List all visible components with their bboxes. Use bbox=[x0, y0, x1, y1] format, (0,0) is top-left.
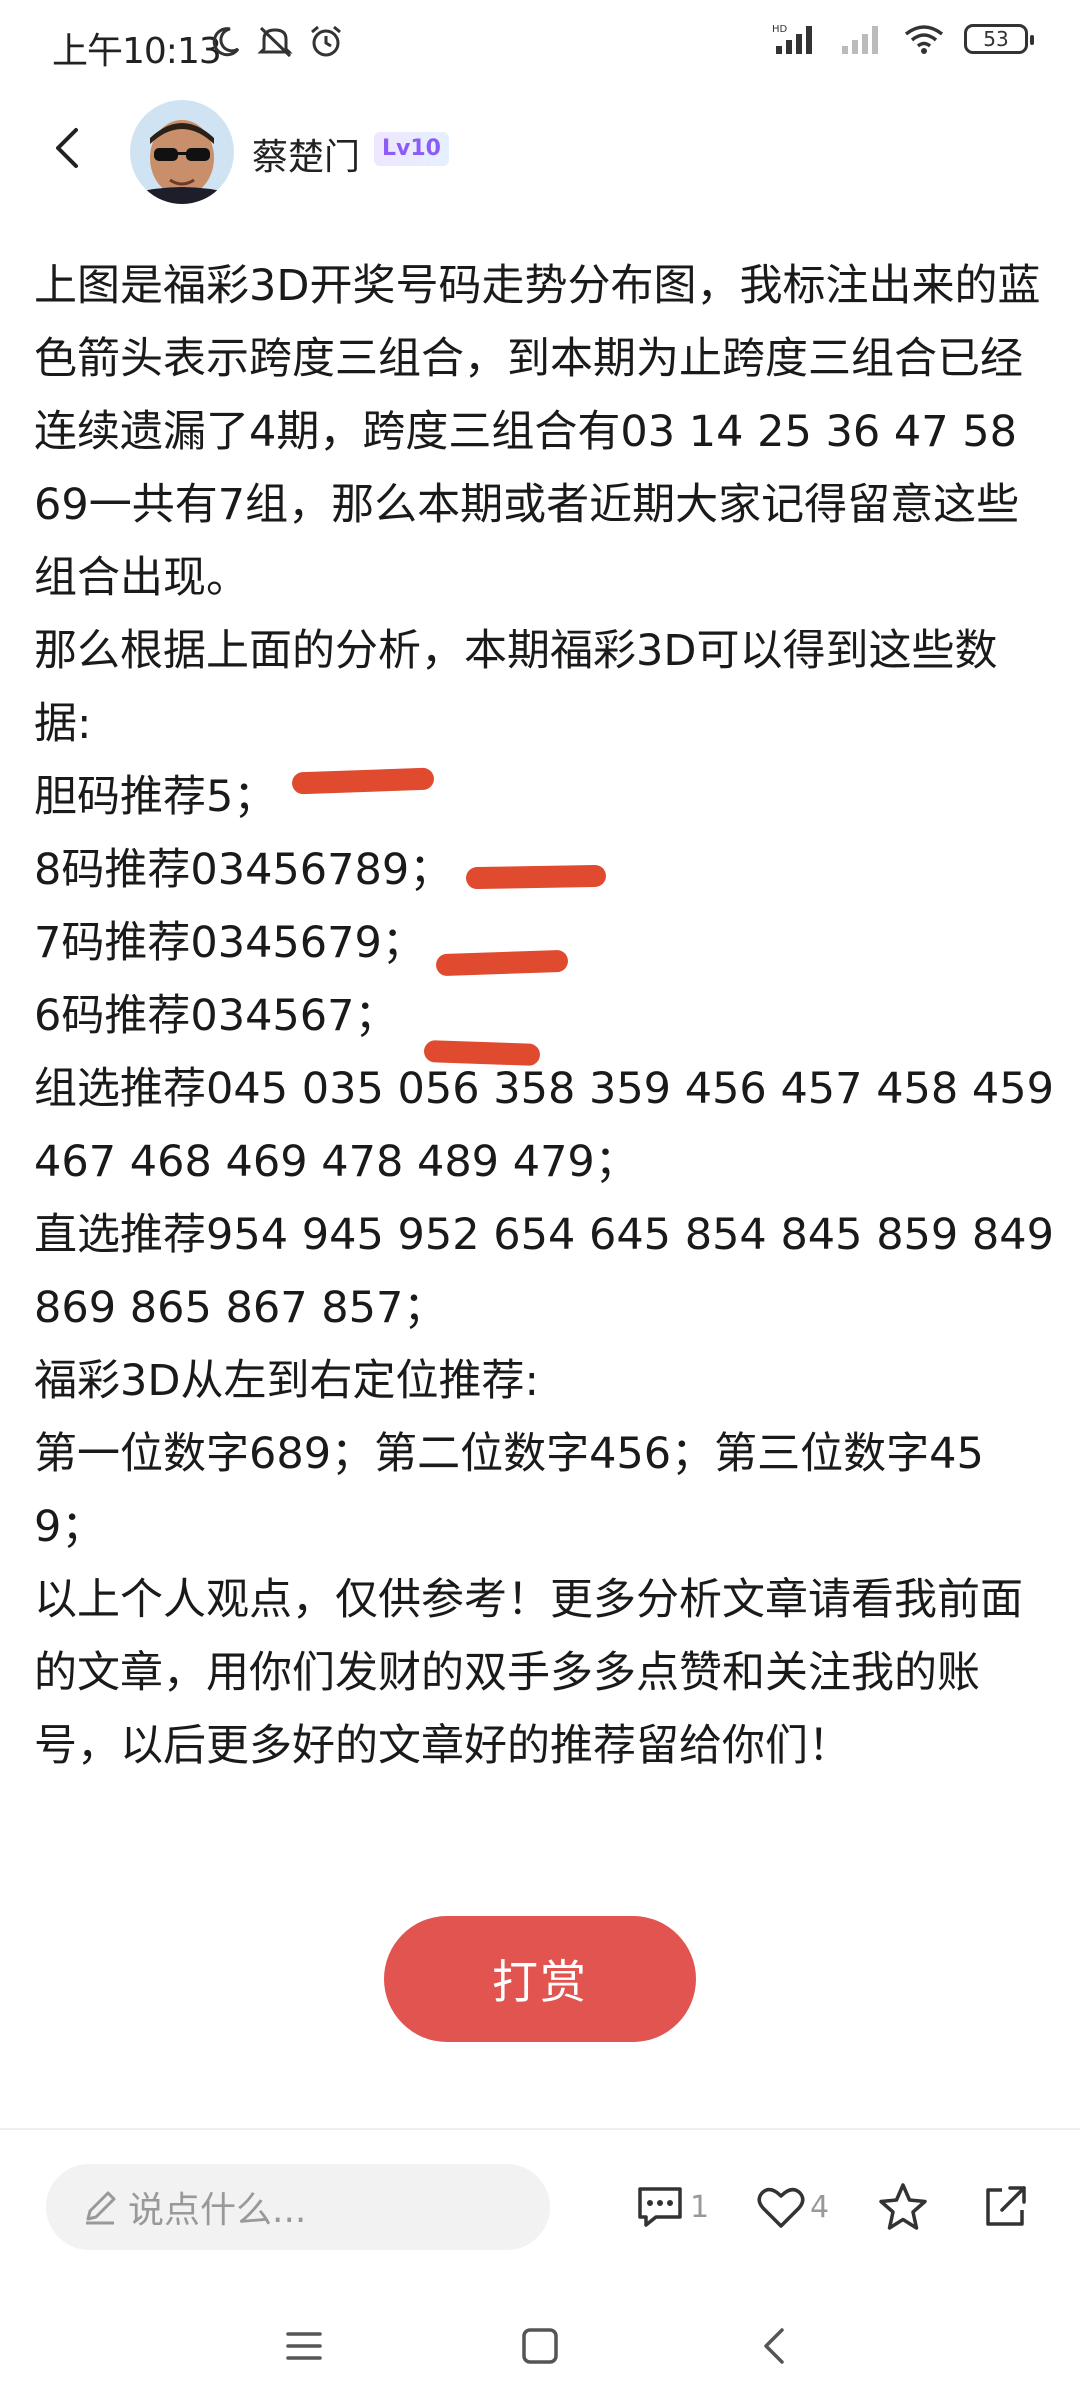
nav-menu-button[interactable] bbox=[272, 2314, 336, 2378]
favorite-button[interactable] bbox=[876, 2176, 930, 2238]
paragraph-6-code: 6码推荐034567； bbox=[34, 991, 398, 1041]
red-marker-stroke bbox=[423, 1039, 541, 1067]
article-header: 蔡楚门 Lv10 bbox=[0, 96, 1080, 208]
back-button[interactable] bbox=[36, 116, 100, 180]
wifi-icon bbox=[904, 25, 944, 54]
like-button[interactable]: 4 bbox=[756, 2176, 829, 2238]
system-nav-bar bbox=[0, 2290, 1080, 2400]
paragraph-group-picks: 组选推荐045 035 056 358 359 456 457 458 459 … bbox=[34, 1064, 1055, 1187]
paragraph-position-picks: 第一位数字689；第二位数字456；第三位数字459； bbox=[34, 1429, 984, 1552]
star-icon bbox=[879, 2183, 927, 2230]
nav-home-button[interactable] bbox=[508, 2314, 572, 2378]
heart-icon bbox=[757, 2187, 805, 2228]
home-square-icon bbox=[522, 2328, 558, 2364]
paragraph-intro: 上图是福彩3D开奖号码走势分布图，我标注出来的蓝色箭头表示跨度三组合，到本期为止… bbox=[34, 261, 1041, 603]
avatar[interactable] bbox=[130, 100, 234, 204]
battery-icon: 53 bbox=[964, 24, 1034, 54]
paragraph-analysis: 那么根据上面的分析，本期福彩3D可以得到这些数据: bbox=[34, 626, 998, 749]
menu-icon bbox=[286, 2332, 322, 2360]
paragraph-dan-code: 胆码推荐5； bbox=[34, 772, 277, 822]
comment-button[interactable]: 1 bbox=[634, 2176, 709, 2238]
divider bbox=[0, 2128, 1080, 2130]
share-button[interactable] bbox=[980, 2176, 1030, 2238]
share-icon bbox=[986, 2186, 1026, 2226]
mute-icon bbox=[257, 26, 293, 58]
avatar-image bbox=[130, 100, 234, 204]
nav-back-button[interactable] bbox=[742, 2314, 806, 2378]
signal-icon bbox=[842, 26, 878, 54]
back-triangle-icon bbox=[764, 2328, 784, 2364]
status-icons-right: HD 53 bbox=[772, 22, 1034, 56]
chevron-left-icon bbox=[56, 128, 78, 168]
author-name[interactable]: 蔡楚门 bbox=[252, 128, 360, 180]
like-count: 4 bbox=[810, 2189, 830, 2225]
alarm-icon bbox=[311, 25, 341, 57]
article-body: 上图是福彩3D开奖号码走势分布图，我标注出来的蓝色箭头表示跨度三组合，到本期为止… bbox=[34, 250, 1054, 1783]
paragraph-direct-picks: 直选推荐954 945 952 654 645 854 845 859 849 … bbox=[34, 1210, 1055, 1333]
moon-icon bbox=[212, 27, 240, 57]
red-marker-stroke bbox=[465, 864, 607, 890]
status-time: 上午10:13 bbox=[52, 31, 222, 72]
status-icons-left bbox=[208, 24, 344, 60]
comment-input[interactable]: 说点什么... bbox=[46, 2164, 550, 2250]
level-badge: Lv10 bbox=[374, 132, 449, 166]
red-marker-stroke bbox=[435, 949, 569, 977]
reward-button[interactable]: 打赏 bbox=[384, 1916, 696, 2042]
paragraph-closing: 以上个人观点，仅供参考！更多分析文章请看我前面的文章，用你们发财的双手多多点赞和… bbox=[34, 1575, 1023, 1771]
status-bar: 上午10:13 HD 53 bbox=[0, 0, 1080, 96]
comment-placeholder: 说点什么... bbox=[128, 2190, 307, 2231]
hd-signal-icon: HD bbox=[772, 24, 812, 54]
comment-icon bbox=[638, 2187, 682, 2227]
paragraph-position-title: 福彩3D从左到右定位推荐: bbox=[34, 1356, 539, 1406]
svg-text:HD: HD bbox=[772, 24, 788, 35]
pencil-icon bbox=[86, 2191, 116, 2225]
comment-count: 1 bbox=[690, 2189, 710, 2225]
